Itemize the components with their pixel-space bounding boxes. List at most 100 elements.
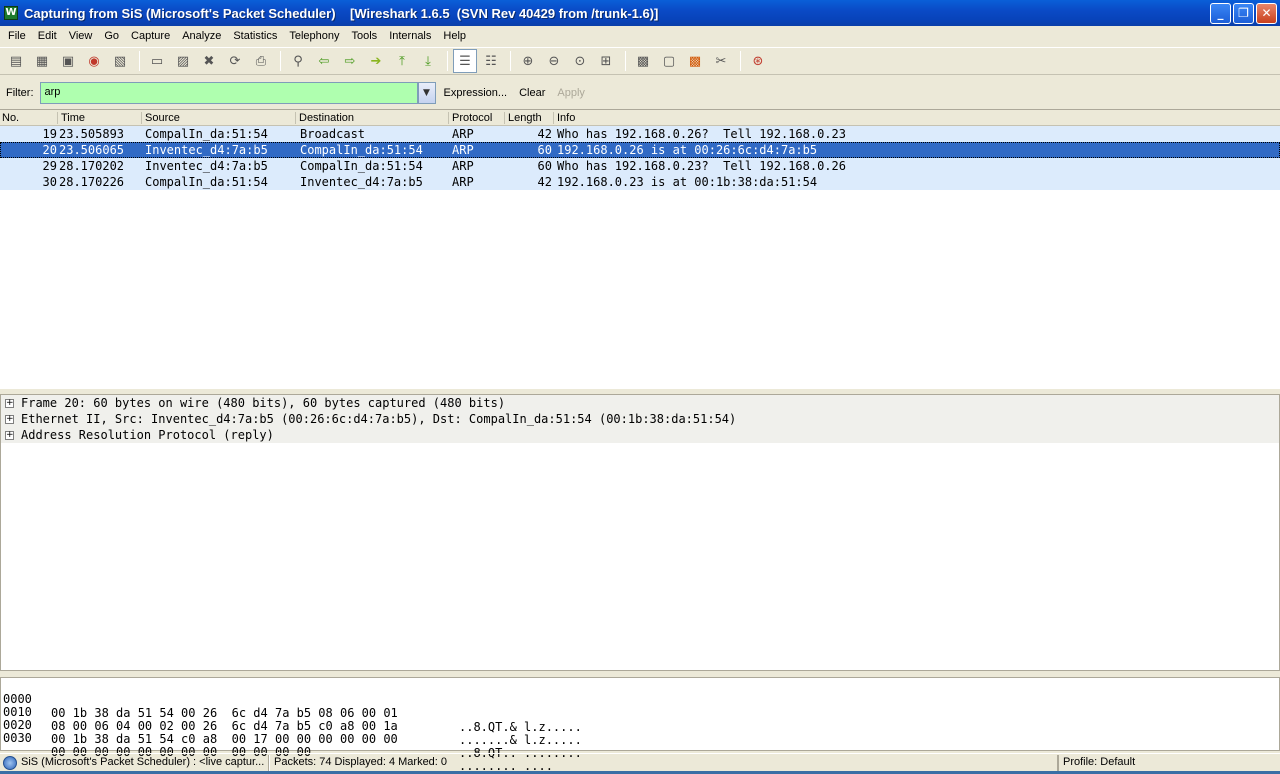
expand-icon[interactable]: + [5, 430, 14, 440]
cell-info: Who has 192.168.0.23? Tell 192.168.0.26 [557, 159, 846, 173]
preferences-icon[interactable]: ✂ [709, 49, 733, 73]
hex-bytes[interactable]: 00 1b 38 da 51 54 c0 a8 00 17 00 00 00 0… [51, 732, 398, 746]
cell-source: CompalIn_da:51:54 [145, 127, 268, 141]
interface-list-icon[interactable]: ▤ [4, 49, 28, 73]
window-controls: _ ❐ ✕ [1210, 3, 1277, 24]
cell-protocol: ARP [452, 143, 474, 157]
close-file-icon[interactable]: ✖ [197, 49, 221, 73]
column-divider[interactable] [141, 112, 142, 124]
cell-time: 23.506065 [59, 143, 125, 157]
menu-statistics[interactable]: Statistics [227, 30, 283, 42]
packet-list[interactable]: No. Time Source Destination Protocol Len… [0, 109, 1280, 389]
close-button[interactable]: ✕ [1256, 3, 1277, 24]
cell-no: 19 [42, 127, 57, 141]
chevron-down-icon: ▼ [423, 88, 430, 98]
print-icon[interactable]: ⎙ [249, 49, 273, 73]
menu-analyze[interactable]: Analyze [176, 30, 227, 42]
menu-view[interactable]: View [63, 30, 99, 42]
detail-tree-item-frame[interactable]: + Frame 20: 60 bytes on wire (480 bits),… [1, 395, 1279, 411]
toolbar-separator [740, 51, 741, 71]
column-header-length[interactable]: Length [508, 112, 542, 124]
hex-ascii[interactable]: .......& l.z..... [459, 733, 582, 747]
menu-file[interactable]: File [2, 30, 32, 42]
coloring-rules-icon[interactable]: ▩ [683, 49, 707, 73]
column-header-info[interactable]: Info [557, 112, 575, 124]
open-icon[interactable]: ▭ [145, 49, 169, 73]
packet-row[interactable]: 30 28.170226 CompalIn_da:51:54 Inventec_… [0, 174, 1280, 190]
menu-tools[interactable]: Tools [346, 30, 384, 42]
filter-dropdown-button[interactable]: ▼ [417, 82, 436, 104]
clear-button[interactable]: Clear [519, 87, 545, 99]
menu-capture[interactable]: Capture [125, 30, 176, 42]
minimize-button[interactable]: _ [1210, 3, 1231, 24]
status-profile[interactable]: Profile: Default [1058, 754, 1280, 771]
cell-info: 192.168.0.26 is at 00:26:6c:d4:7a:b5 [557, 143, 818, 157]
forward-icon[interactable]: ⇨ [338, 49, 362, 73]
find-icon[interactable]: ⚲ [286, 49, 310, 73]
detail-tree-item-ethernet[interactable]: + Ethernet II, Src: Inventec_d4:7a:b5 (0… [1, 411, 1279, 427]
column-header-protocol[interactable]: Protocol [452, 112, 492, 124]
toolbar-separator [447, 51, 448, 71]
column-divider[interactable] [553, 112, 554, 124]
capture-stop-icon[interactable]: ◉ [82, 49, 106, 73]
capture-restart-icon[interactable]: ▧ [108, 49, 132, 73]
packet-bytes-pane[interactable]: 0000 00 1b 38 da 51 54 00 26 6c d4 7a b5… [0, 677, 1280, 773]
cell-time: 28.170226 [59, 175, 125, 189]
column-divider[interactable] [295, 112, 296, 124]
menu-internals[interactable]: Internals [383, 30, 437, 42]
save-icon[interactable]: ▨ [171, 49, 195, 73]
column-divider[interactable] [57, 112, 58, 124]
expand-icon[interactable]: + [5, 398, 14, 408]
detail-tree-item-arp[interactable]: + Address Resolution Protocol (reply) [1, 427, 1279, 443]
zoom-out-icon[interactable]: ⊖ [542, 49, 566, 73]
autoscroll-icon[interactable]: ☷ [479, 49, 503, 73]
back-icon[interactable]: ⇦ [312, 49, 336, 73]
cell-protocol: ARP [452, 127, 474, 141]
colorize-icon[interactable]: ☰ [453, 49, 477, 73]
help-icon[interactable]: ⊛ [746, 49, 770, 73]
cell-length: 42 [537, 127, 552, 141]
filter-label: Filter: [6, 87, 34, 99]
cell-protocol: ARP [452, 175, 474, 189]
first-packet-icon[interactable]: ⤒ [390, 49, 414, 73]
cell-destination: Broadcast [300, 127, 366, 141]
expand-icon[interactable]: + [5, 414, 14, 424]
menu-help[interactable]: Help [437, 30, 472, 42]
window-title: Capturing from SiS (Microsoft's Packet S… [24, 5, 659, 21]
menu-edit[interactable]: Edit [32, 30, 63, 42]
zoom-normal-icon[interactable]: ⊙ [568, 49, 592, 73]
status-interface: SiS (Microsoft's Packet Scheduler) : <li… [17, 754, 269, 771]
menu-telephony[interactable]: Telephony [283, 30, 345, 42]
display-filters-icon[interactable]: ▢ [657, 49, 681, 73]
column-header-source[interactable]: Source [145, 112, 180, 124]
packet-row[interactable]: 29 28.170202 Inventec_d4:7a:b5 CompalIn_… [0, 158, 1280, 174]
packet-row-selected[interactable]: 20 23.506065 Inventec_d4:7a:b5 CompalIn_… [0, 142, 1280, 158]
resize-columns-icon[interactable]: ⊞ [594, 49, 618, 73]
hex-row: 0010 08 00 06 04 00 02 00 26 6c d4 7a b5… [1, 691, 1279, 747]
filter-input[interactable]: arp [39, 82, 418, 104]
capture-filters-icon[interactable]: ▩ [631, 49, 655, 73]
maximize-button[interactable]: ❐ [1233, 3, 1254, 24]
column-divider[interactable] [448, 112, 449, 124]
wireshark-app-icon: W [4, 6, 18, 20]
column-header-no[interactable]: No. [2, 112, 19, 124]
title-bar: W Capturing from SiS (Microsoft's Packet… [0, 0, 1280, 26]
column-divider[interactable] [504, 112, 505, 124]
last-packet-icon[interactable]: ⤓ [416, 49, 440, 73]
cell-length: 42 [537, 175, 552, 189]
toolbar-separator [625, 51, 626, 71]
expression-button[interactable]: Expression... [444, 87, 508, 99]
reload-icon[interactable]: ⟳ [223, 49, 247, 73]
column-header-destination[interactable]: Destination [299, 112, 354, 124]
column-header-time[interactable]: Time [61, 112, 85, 124]
menu-go[interactable]: Go [98, 30, 125, 42]
packet-row[interactable]: 19 23.505893 CompalIn_da:51:54 Broadcast… [0, 126, 1280, 142]
packet-details-pane[interactable]: + Frame 20: 60 bytes on wire (480 bits),… [0, 394, 1280, 671]
hex-row: 0020 00 1b 38 da 51 54 c0 a8 00 17 00 00… [1, 704, 1279, 760]
capture-options-icon[interactable]: ▦ [30, 49, 54, 73]
zoom-in-icon[interactable]: ⊕ [516, 49, 540, 73]
apply-button[interactable]: Apply [557, 87, 585, 99]
capture-start-icon[interactable]: ▣ [56, 49, 80, 73]
goto-icon[interactable]: ➔ [364, 49, 388, 73]
expert-info-icon[interactable] [3, 755, 17, 770]
